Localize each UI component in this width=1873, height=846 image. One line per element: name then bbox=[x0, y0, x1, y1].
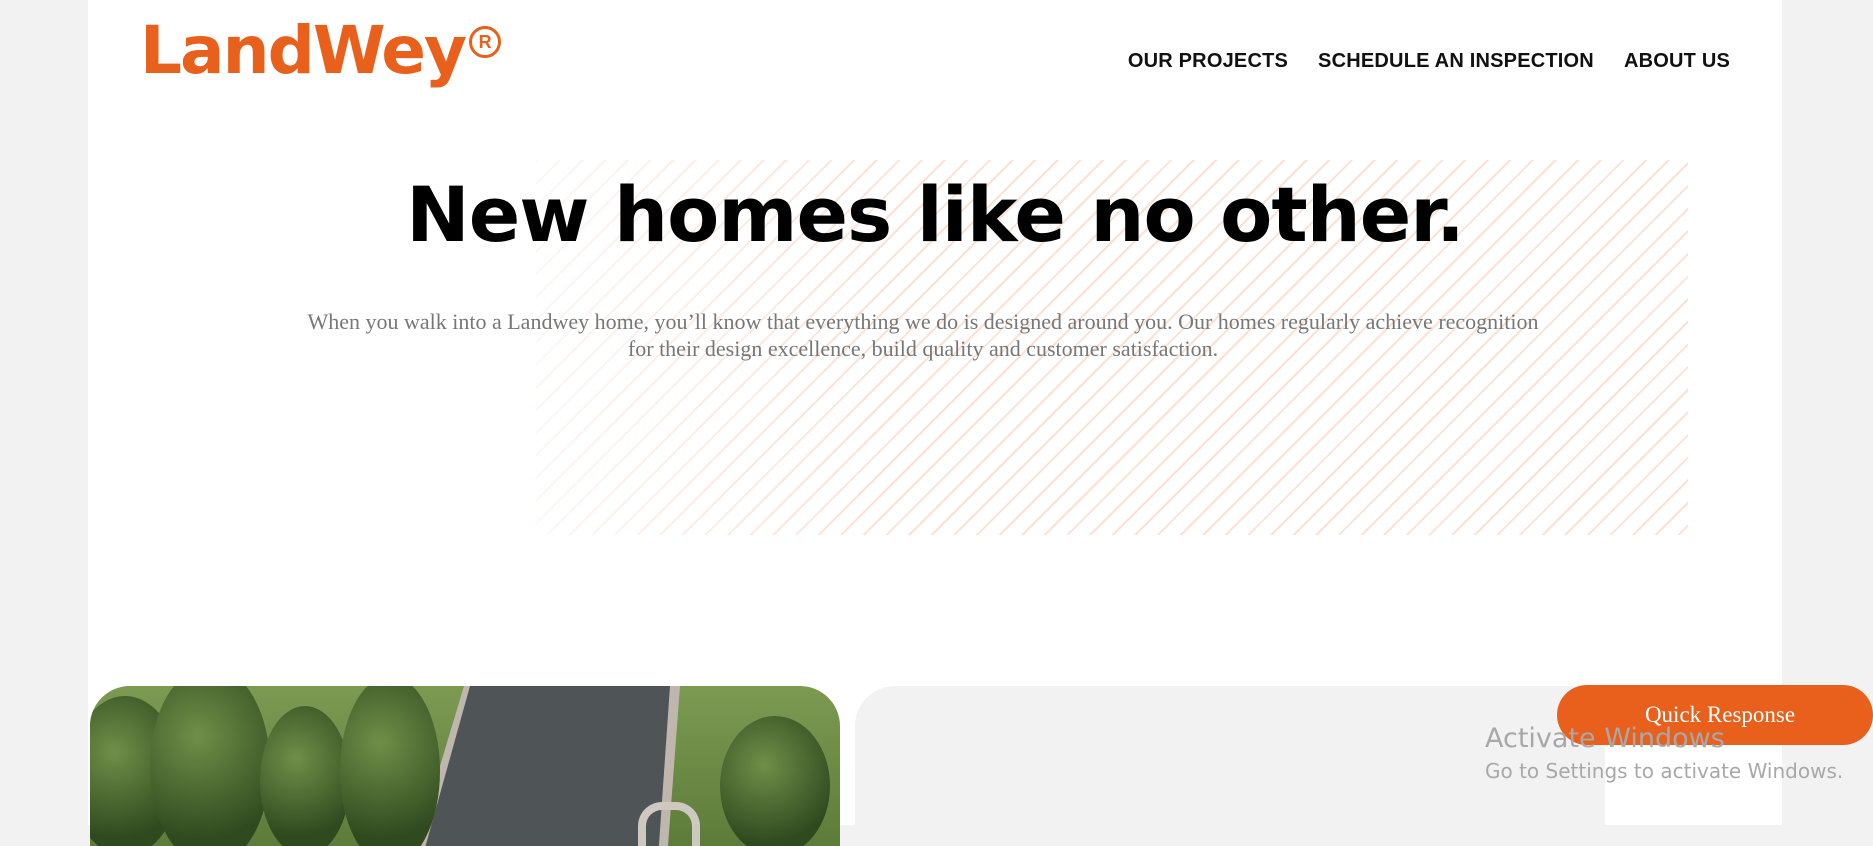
hero-description: When you walk into a Landwey home, you’l… bbox=[307, 309, 1539, 361]
tree bbox=[340, 686, 440, 846]
tree bbox=[150, 686, 270, 846]
estate-gate-arch bbox=[638, 802, 700, 846]
activate-windows-title: Activate Windows bbox=[1485, 723, 1725, 754]
tree bbox=[720, 716, 830, 846]
tree bbox=[260, 706, 350, 846]
hero-title: New homes like no other. bbox=[406, 170, 1465, 259]
logo-text: LandWey bbox=[140, 12, 467, 89]
main-nav: OUR PROJECTS SCHEDULE AN INSPECTION ABOU… bbox=[1128, 50, 1730, 73]
nav-about-us[interactable]: ABOUT US bbox=[1624, 50, 1730, 73]
nav-schedule-inspection[interactable]: SCHEDULE AN INSPECTION bbox=[1318, 50, 1594, 73]
activate-windows-watermark: Activate Windows Go to Settings to activ… bbox=[1485, 722, 1843, 786]
project-image-card[interactable] bbox=[90, 686, 840, 846]
landwey-logo[interactable]: LandWey R bbox=[140, 12, 502, 108]
activate-windows-subtitle: Go to Settings to activate Windows. bbox=[1485, 759, 1844, 783]
nav-our-projects[interactable]: OUR PROJECTS bbox=[1128, 50, 1288, 73]
registered-mark-icon: R bbox=[469, 26, 502, 58]
